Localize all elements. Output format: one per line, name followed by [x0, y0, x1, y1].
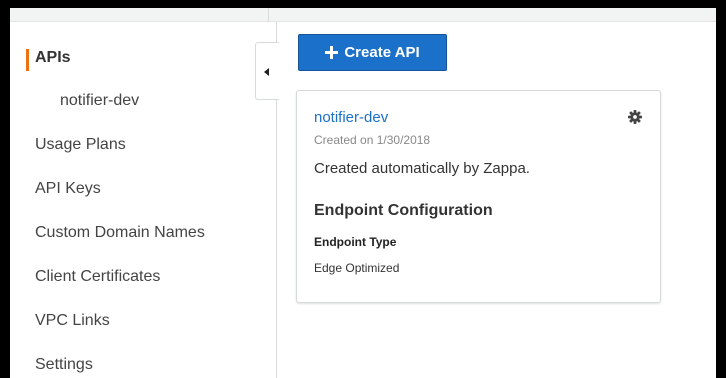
- sidebar-item-client-certificates[interactable]: Client Certificates: [35, 268, 160, 286]
- sidebar-item-custom-domain-names[interactable]: Custom Domain Names: [35, 224, 205, 242]
- api-card: notifier-dev Created on 1/30/2018 Create…: [296, 90, 661, 303]
- active-indicator: [26, 49, 29, 71]
- sidebar-item-usage-plans[interactable]: Usage Plans: [35, 136, 126, 154]
- created-date: Created on 1/30/2018: [314, 133, 431, 147]
- sidebar-item-api-keys[interactable]: API Keys: [35, 180, 101, 198]
- top-strip: [10, 8, 716, 22]
- endpoint-config-title: Endpoint Configuration: [314, 202, 493, 219]
- endpoint-type-label: Endpoint Type: [314, 235, 397, 249]
- sidebar-collapse-button[interactable]: [255, 42, 279, 100]
- sidebar-item-vpc-links[interactable]: VPC Links: [35, 312, 110, 330]
- chevron-left-icon: [264, 68, 269, 76]
- screenshot-frame: APIs notifier-dev Usage Plans API Keys C…: [0, 0, 726, 378]
- sidebar-item-settings[interactable]: Settings: [35, 356, 93, 374]
- create-api-label: Create API: [344, 44, 420, 61]
- plus-icon: [325, 46, 339, 59]
- sidebar: APIs notifier-dev Usage Plans API Keys C…: [10, 22, 277, 378]
- endpoint-type-value: Edge Optimized: [314, 261, 400, 275]
- sidebar-item-apis[interactable]: APIs: [35, 49, 71, 67]
- console-page: APIs notifier-dev Usage Plans API Keys C…: [10, 8, 716, 378]
- sidebar-item-notifier-dev[interactable]: notifier-dev: [60, 92, 139, 110]
- create-api-button[interactable]: Create API: [298, 34, 447, 71]
- api-name-link[interactable]: notifier-dev: [314, 109, 388, 126]
- gear-icon[interactable]: [628, 110, 642, 124]
- api-description: Created automatically by Zappa.: [314, 160, 530, 177]
- top-divider: [268, 8, 269, 22]
